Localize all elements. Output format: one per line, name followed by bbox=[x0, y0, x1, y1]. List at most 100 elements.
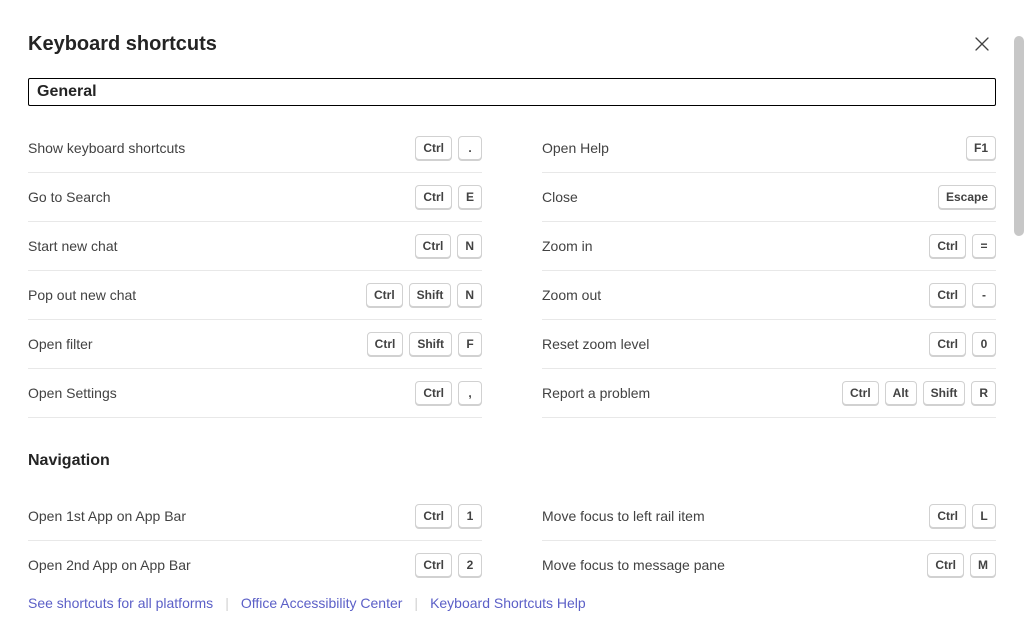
general-left-column: Show keyboard shortcuts Ctrl. Go to Search… bbox=[28, 124, 482, 418]
shortcut-keys: Ctrl0 bbox=[929, 332, 996, 356]
keyboard-shortcuts-dialog: Keyboard shortcuts General Show keyboard… bbox=[0, 0, 1024, 629]
key-cap: Ctrl bbox=[415, 185, 452, 209]
shortcut-row: Move focus to message pane CtrlM bbox=[542, 541, 996, 581]
key-cap: M bbox=[970, 553, 996, 577]
scrollbar-thumb[interactable] bbox=[1014, 36, 1024, 236]
key-cap: Ctrl bbox=[842, 381, 879, 405]
key-cap: = bbox=[972, 234, 996, 258]
key-cap: E bbox=[458, 185, 482, 209]
shortcut-row: Open Help F1 bbox=[542, 124, 996, 173]
key-cap: - bbox=[972, 283, 996, 307]
shortcut-label: Open filter bbox=[28, 336, 93, 352]
general-right-column: Open HelpF1CloseEscapeZoom inCtrl=Zoom o… bbox=[542, 124, 996, 418]
footer-separator: | bbox=[225, 595, 229, 611]
shortcut-keys: F1 bbox=[966, 136, 996, 160]
shortcut-keys: Ctrl- bbox=[929, 283, 996, 307]
key-cap: Ctrl bbox=[415, 234, 452, 258]
footer-separator: | bbox=[414, 595, 418, 611]
shortcut-keys: Ctrl2 bbox=[415, 553, 482, 577]
key-cap: . bbox=[458, 136, 482, 160]
key-cap: N bbox=[457, 283, 482, 307]
shortcut-row: Open Settings Ctrl, bbox=[28, 369, 482, 418]
navigation-columns: Open 1st App on App BarCtrl1Open 2nd App… bbox=[0, 492, 1024, 581]
close-icon bbox=[974, 36, 990, 52]
shortcut-keys: Escape bbox=[938, 185, 996, 209]
shortcut-row: Move focus to left rail item CtrlL bbox=[542, 492, 996, 541]
key-cap: Ctrl bbox=[367, 332, 404, 356]
shortcut-label: Report a problem bbox=[542, 385, 650, 401]
key-cap: Shift bbox=[409, 332, 452, 356]
dialog-header: Keyboard shortcuts bbox=[0, 0, 1024, 70]
shortcut-label: Move focus to left rail item bbox=[542, 508, 705, 524]
key-cap: Ctrl bbox=[366, 283, 403, 307]
key-cap: Ctrl bbox=[927, 553, 964, 577]
shortcut-label: Open Help bbox=[542, 140, 609, 156]
dialog-title: Keyboard shortcuts bbox=[28, 33, 217, 56]
shortcut-row: Report a problem CtrlAltShiftR bbox=[542, 369, 996, 418]
key-cap: Shift bbox=[409, 283, 452, 307]
key-cap: Ctrl bbox=[415, 553, 452, 577]
shortcut-row: Open filter CtrlShiftF bbox=[28, 320, 482, 369]
shortcut-label: Open Settings bbox=[28, 385, 117, 401]
shortcut-row: Show keyboard shortcuts Ctrl. bbox=[28, 124, 482, 173]
key-cap: 0 bbox=[972, 332, 996, 356]
key-cap: L bbox=[972, 504, 996, 528]
shortcut-label: Reset zoom level bbox=[542, 336, 649, 352]
key-cap: 1 bbox=[458, 504, 482, 528]
shortcut-label: Open 2nd App on App Bar bbox=[28, 557, 191, 573]
shortcut-row: Go to Search CtrlE bbox=[28, 173, 482, 222]
key-cap: Ctrl bbox=[929, 283, 966, 307]
shortcut-keys: CtrlN bbox=[415, 234, 482, 258]
shortcut-label: Zoom out bbox=[542, 287, 601, 303]
close-button[interactable] bbox=[968, 30, 996, 58]
key-cap: 2 bbox=[458, 553, 482, 577]
section-general-header[interactable]: General bbox=[28, 78, 996, 106]
shortcut-keys: Ctrl1 bbox=[415, 504, 482, 528]
key-cap: Ctrl bbox=[929, 234, 966, 258]
shortcuts-help-link[interactable]: Keyboard Shortcuts Help bbox=[430, 595, 586, 611]
dialog-footer: See shortcuts for all platforms | Office… bbox=[0, 579, 1024, 629]
shortcut-label: Go to Search bbox=[28, 189, 111, 205]
key-cap: Ctrl bbox=[415, 504, 452, 528]
key-cap: Ctrl bbox=[415, 381, 452, 405]
see-all-platforms-link[interactable]: See shortcuts for all platforms bbox=[28, 595, 213, 611]
office-accessibility-link[interactable]: Office Accessibility Center bbox=[241, 595, 403, 611]
shortcut-row: Reset zoom level Ctrl0 bbox=[542, 320, 996, 369]
key-cap: R bbox=[971, 381, 996, 405]
shortcut-row: Zoom out Ctrl- bbox=[542, 271, 996, 320]
shortcut-keys: Ctrl. bbox=[415, 136, 482, 160]
shortcut-label: Show keyboard shortcuts bbox=[28, 140, 185, 156]
shortcut-keys: CtrlAltShiftR bbox=[842, 381, 996, 405]
shortcut-row: Zoom in Ctrl= bbox=[542, 222, 996, 271]
shortcut-keys: CtrlE bbox=[415, 185, 482, 209]
key-cap: Ctrl bbox=[415, 136, 452, 160]
section-navigation-header: Navigation bbox=[28, 448, 996, 474]
key-cap: F1 bbox=[966, 136, 996, 160]
shortcut-keys: CtrlM bbox=[927, 553, 996, 577]
key-cap: Shift bbox=[923, 381, 966, 405]
shortcut-row: Pop out new chat CtrlShiftN bbox=[28, 271, 482, 320]
navigation-left-column: Open 1st App on App BarCtrl1Open 2nd App… bbox=[28, 492, 482, 581]
shortcut-label: Pop out new chat bbox=[28, 287, 136, 303]
shortcut-keys: Ctrl= bbox=[929, 234, 996, 258]
key-cap: Ctrl bbox=[929, 504, 966, 528]
shortcut-keys: CtrlL bbox=[929, 504, 996, 528]
key-cap: Alt bbox=[885, 381, 917, 405]
key-cap: N bbox=[457, 234, 482, 258]
shortcut-keys: Ctrl, bbox=[415, 381, 482, 405]
shortcut-keys: CtrlShiftF bbox=[367, 332, 482, 356]
key-cap: F bbox=[458, 332, 482, 356]
shortcut-label: Close bbox=[542, 189, 578, 205]
shortcut-label: Open 1st App on App Bar bbox=[28, 508, 186, 524]
shortcut-row: Start new chat CtrlN bbox=[28, 222, 482, 271]
shortcut-label: Start new chat bbox=[28, 238, 118, 254]
shortcut-label: Move focus to message pane bbox=[542, 557, 725, 573]
content-scroll-area[interactable]: General Show keyboard shortcuts Ctrl. Go t… bbox=[0, 70, 1024, 581]
shortcut-label: Zoom in bbox=[542, 238, 593, 254]
key-cap: Ctrl bbox=[929, 332, 966, 356]
general-columns: Show keyboard shortcuts Ctrl. Go to Search… bbox=[0, 124, 1024, 418]
shortcut-row: Open 2nd App on App Bar Ctrl2 bbox=[28, 541, 482, 581]
key-cap: Escape bbox=[938, 185, 996, 209]
navigation-right-column: Move focus to left rail itemCtrlLMove fo… bbox=[542, 492, 996, 581]
shortcut-keys: CtrlShiftN bbox=[366, 283, 482, 307]
